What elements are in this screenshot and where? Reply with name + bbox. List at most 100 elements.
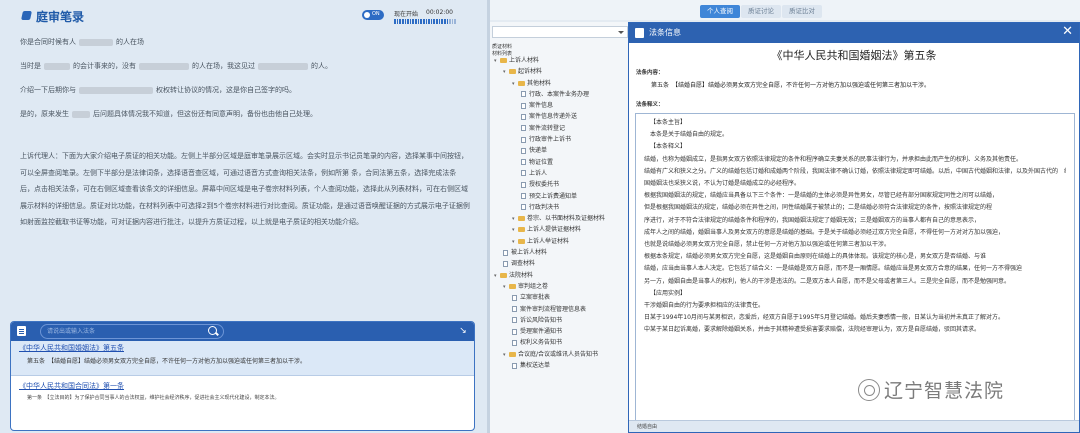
- interpretation-line: 结婚有广义和狭义之分。广义的结婚包括订婚和成婚两个阶段，我国法律不确认订婚，依照…: [644, 167, 1066, 175]
- file-icon: [503, 260, 508, 267]
- tree-folder[interactable]: ▾ 其他材料: [490, 78, 631, 89]
- interpretation-line: 国婚姻法也采狭义说，不认为订婚是结婚成立的必经程序。: [644, 180, 801, 188]
- file-icon: [521, 159, 526, 166]
- record-header: 庭审笔录 ON 现在开始 00:02:00: [0, 0, 487, 30]
- transcript-line: 你是合同时候有人 的人在场: [20, 38, 144, 46]
- tree-folder[interactable]: ▾ 起诉材料: [490, 66, 631, 77]
- tree-item[interactable]: 行政、本案件业务办理: [490, 89, 631, 100]
- tree-item[interactable]: 物证位置: [490, 157, 631, 168]
- transcript-line: 当时是 的会计事来的，没有 的人在场，我这见过 的人。: [20, 62, 332, 70]
- result-title[interactable]: 《中华人民共和国婚姻法》第五条: [19, 343, 466, 353]
- recording-status-label: 现在开始: [394, 11, 419, 18]
- tree-item[interactable]: 授权委托书: [490, 179, 631, 190]
- tree-item[interactable]: 上诉人: [490, 168, 631, 179]
- progress-segment: [425, 19, 428, 24]
- tree-item-label: 快递单: [529, 147, 548, 155]
- file-icon: [512, 306, 517, 313]
- search-result-item[interactable]: 《中华人民共和国合同法》第一条 第一条 【立法目的】为了保护合同当事人的合法权益…: [11, 377, 474, 405]
- tree-item-label: 上诉人: [529, 169, 548, 177]
- interpretation-line: 干涉婚姻自由的行为要承担相应的法律责任。: [644, 302, 765, 310]
- interpretation-line: 成年人之间的结婚，婚姻当事人及男女双方的意愿是结婚的基础。于是关于结婚必须经过双…: [644, 228, 1005, 236]
- file-icon: [521, 193, 526, 200]
- progress-segment: [420, 19, 422, 24]
- tree-item-label: 集权送达单: [520, 362, 551, 370]
- collapse-icon[interactable]: ↘: [458, 326, 468, 336]
- transcript-line: 介绍一下后期你与 权权转让协议的情况，这是你自己签字的吗。: [20, 86, 296, 94]
- tree-item[interactable]: 案件审判流程管理信息表: [490, 304, 631, 315]
- search-result-item[interactable]: 《中华人民共和国婚姻法》第五条 第五条 【结婚自愿】结婚必须男女双方完全自愿，不…: [11, 341, 474, 376]
- tree-item-label: 其他材料: [527, 79, 552, 87]
- law-title: 《中华人民共和国婚姻法》第五条: [771, 49, 937, 62]
- tree-folder[interactable]: ▾ 合议庭/合议或维讯人员告知书: [490, 349, 631, 360]
- search-input[interactable]: [40, 324, 224, 339]
- file-icon: [521, 136, 526, 143]
- tree-folder[interactable]: ▾ 法院材料: [490, 270, 631, 281]
- interpretation-line: 中某于某日起诉离婚，要求解除婚姻关系，并由于其精神遭受损害要求赔偿，法院经审理认…: [644, 326, 981, 334]
- search-bar: ↘: [11, 322, 474, 341]
- tree-item[interactable]: 调查材料: [490, 258, 631, 269]
- tree-item[interactable]: 预交上诉费通知单: [490, 191, 631, 202]
- tree-item-label: 权利义务告知书: [520, 339, 563, 347]
- tab-personal-review[interactable]: 个人查阅: [700, 5, 740, 18]
- progress-segment: [399, 19, 401, 24]
- watermark: 辽宁智慧法院: [858, 376, 1004, 403]
- tree-item-label: 上诉人提供证据材料: [527, 226, 582, 234]
- tree-item[interactable]: 案件流转登记: [490, 123, 631, 134]
- toggle-label: ON: [372, 11, 380, 17]
- document-icon: [635, 28, 644, 38]
- tree-item[interactable]: 被上诉人材料: [490, 247, 631, 258]
- tree-item[interactable]: 案件信息传递外送: [490, 111, 631, 122]
- tree-item-label: 物证位置: [529, 158, 554, 166]
- material-list: ▾ 上诉人材料 ▾ 起诉材料 ▾ 其他材料 行政、本案件业务办理 案件信息 案件信息传递外送 案件…: [490, 55, 631, 371]
- tree-folder[interactable]: ▾ 上诉人提供证据材料: [490, 224, 631, 235]
- law-search-widget: ↘ 《中华人民共和国婚姻法》第五条 第五条 【结婚自愿】结婚必须男女双方完全自愿…: [10, 321, 475, 431]
- tree-folder[interactable]: ▾ 上诉人举证材料: [490, 236, 631, 247]
- recording-timer: 00:02:00: [426, 9, 453, 16]
- tree-item[interactable]: 行政审件上诉书: [490, 134, 631, 145]
- tree-folder[interactable]: ▾ 上诉人材料: [490, 55, 631, 66]
- tree-item-label: 授权委托书: [529, 181, 560, 189]
- result-text: 第五条 【结婚自愿】结婚必须男女双方完全自愿，不许任何一方对他方加以强迫或任何第…: [27, 358, 307, 365]
- tree-item[interactable]: 行政判决书: [490, 202, 631, 213]
- search-icon[interactable]: [208, 326, 217, 335]
- interpretation-line: 本条是关于结婚自由的规定。: [650, 131, 729, 139]
- materials-tree: 质证材料 材料列表 ▾ 上诉人材料 ▾ 起诉材料 ▾ 其他材料 行政、本案件业务办理 案件信息…: [490, 22, 632, 433]
- transcript-paragraph: 上诉代理人：下面为大家介绍电子质证的相关功能。左侧上半部分区域是庭审笔录展示区域…: [20, 152, 470, 226]
- close-icon[interactable]: ✕: [1062, 25, 1073, 39]
- file-icon: [521, 113, 526, 120]
- progress-segment: [441, 19, 443, 24]
- interpretation-line: 也就是说结婚必须男女双方完全自愿，禁止任何一方对他方加以强迫或任何第三者加以干涉…: [644, 241, 891, 249]
- tree-item-label: 合议庭/合议或维讯人员告知书: [518, 350, 599, 358]
- law-body: 《中华人民共和国婚姻法》第五条 法条内容： 第五条 【结婚自愿】结婚必须男女双方…: [629, 43, 1079, 422]
- tab-comparison[interactable]: 质证比对: [782, 5, 822, 18]
- tree-folder[interactable]: ▾ 卷宗、以书面材料及证据材料: [490, 213, 631, 224]
- interpretation-label: 法条释义：: [636, 102, 664, 108]
- tree-item-label: 预交上诉费通知单: [529, 192, 578, 200]
- result-title[interactable]: 《中华人民共和国合同法》第一条: [19, 381, 466, 391]
- file-icon: [521, 91, 526, 98]
- material-filter-select[interactable]: [492, 26, 628, 38]
- tree-item[interactable]: 受理案件通知书: [490, 326, 631, 337]
- tab-discussion[interactable]: 质证讨论: [741, 5, 781, 18]
- tree-item[interactable]: 集权送达单: [490, 360, 631, 371]
- tree-item[interactable]: 立案审批表: [490, 292, 631, 303]
- file-icon: [512, 339, 517, 346]
- tree-item[interactable]: 案件信息: [490, 100, 631, 111]
- document-icon: [17, 326, 26, 336]
- folder-icon: [509, 69, 516, 75]
- file-icon: [521, 147, 526, 154]
- tree-folder[interactable]: ▾ 审判组之卷: [490, 281, 631, 292]
- interpretation-line: 另一方，婚姻自由是当事人的权利，他人的干涉是违法的。二是双方本人自愿，而不是父母…: [644, 277, 1011, 285]
- tree-item-label: 起诉材料: [518, 68, 543, 76]
- tree-item-label: 立案审批表: [520, 294, 551, 302]
- tree-item[interactable]: 快递单: [490, 145, 631, 156]
- law-window-title: 法条信息: [649, 28, 681, 37]
- folder-icon: [509, 283, 516, 289]
- tree-item[interactable]: 诉讼风险告知书: [490, 315, 631, 326]
- folder-icon: [500, 58, 507, 63]
- interpretation-line: 序进行，对于不符合法律规定的结婚条件和程序的，我国婚姻法规定了婚姻无效；三是婚姻…: [644, 216, 981, 224]
- tree-item[interactable]: 权利义务告知书: [490, 337, 631, 348]
- interpretation-line: 结婚，应当由当事人本人决定。它包括了结合义：一是结婚是双方自愿，而不是一厢情愿。…: [644, 265, 1023, 273]
- interpretation-line: 【本条主旨】: [650, 119, 687, 126]
- file-icon: [512, 317, 517, 324]
